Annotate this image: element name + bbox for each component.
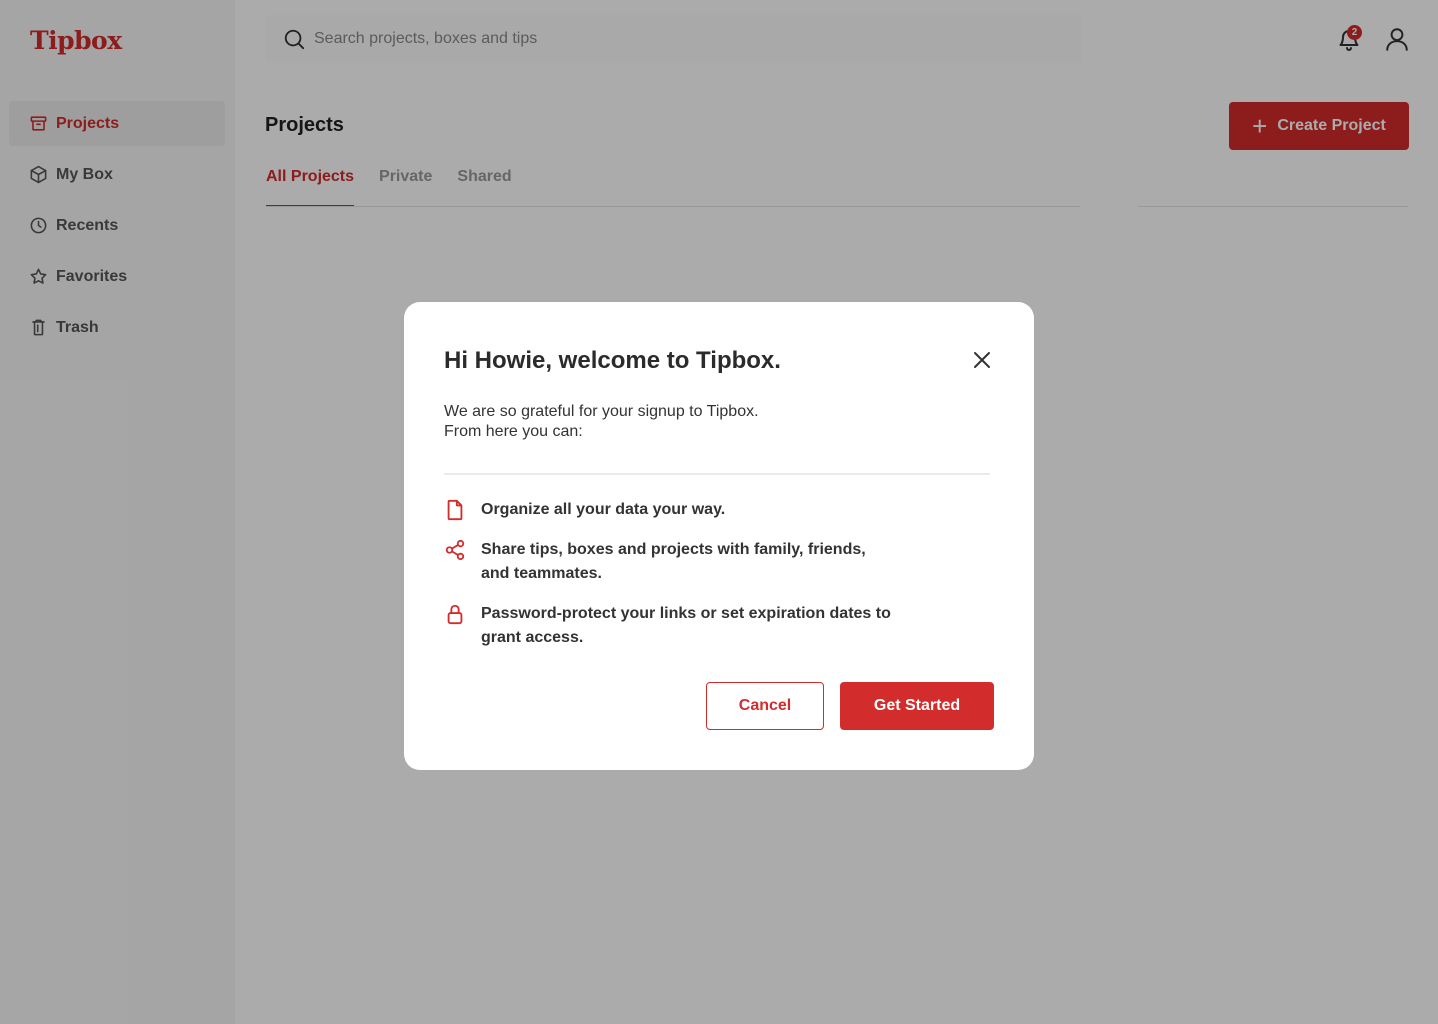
document-icon bbox=[447, 499, 463, 521]
feature-item: Organize all your data your way. bbox=[444, 498, 904, 522]
close-icon[interactable] bbox=[970, 348, 994, 372]
cancel-button[interactable]: Cancel bbox=[706, 682, 824, 730]
feature-list: Organize all your data your way. Share t… bbox=[444, 498, 904, 666]
get-started-button[interactable]: Get Started bbox=[840, 682, 994, 730]
feature-item: Password-protect your links or set expir… bbox=[444, 602, 904, 650]
modal-title: Hi Howie, welcome to Tipbox. bbox=[444, 347, 781, 374]
feature-text: Password-protect your links or set expir… bbox=[481, 605, 891, 646]
modal-divider bbox=[444, 473, 990, 475]
modal-intro: We are so grateful for your signup to Ti… bbox=[444, 402, 759, 442]
feature-item: Share tips, boxes and projects with fami… bbox=[444, 538, 904, 586]
feature-text: Organize all your data your way. bbox=[481, 501, 726, 518]
modal-intro-line: We are so grateful for your signup to Ti… bbox=[444, 403, 759, 420]
modal-intro-line: From here you can: bbox=[444, 423, 583, 440]
feature-text: Share tips, boxes and projects with fami… bbox=[481, 541, 866, 582]
welcome-modal: Hi Howie, welcome to Tipbox. We are so g… bbox=[404, 302, 1034, 770]
share-icon bbox=[445, 539, 465, 561]
lock-icon bbox=[447, 604, 463, 625]
